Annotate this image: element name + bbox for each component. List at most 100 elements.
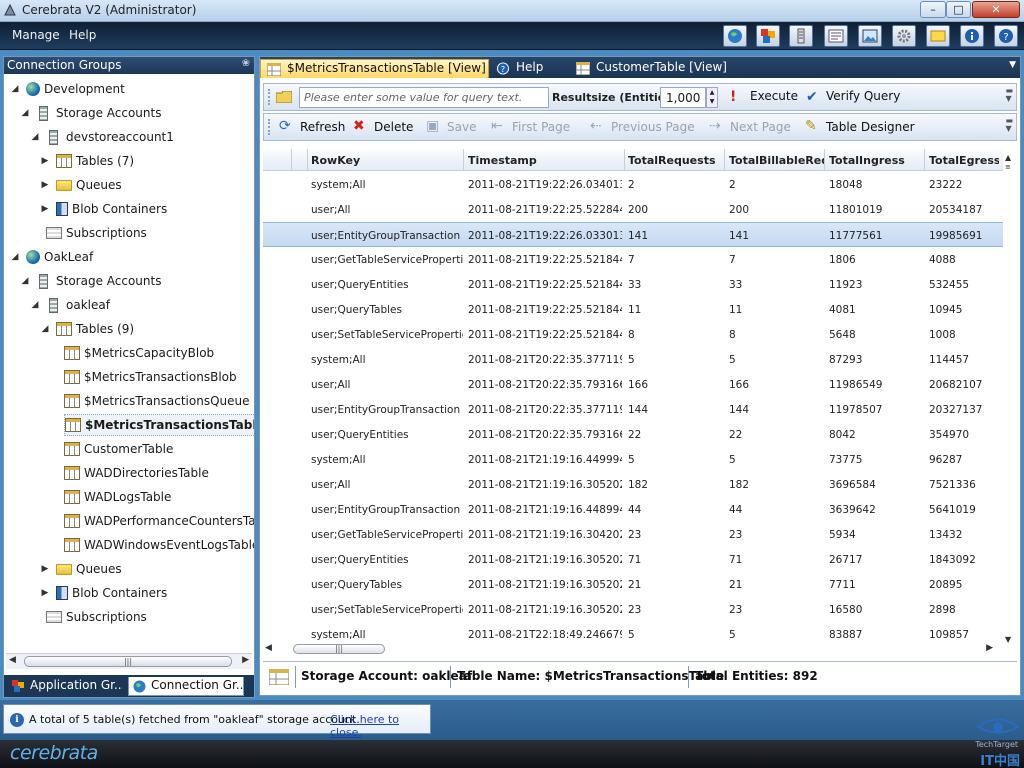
cell-rowkey[interactable]: user;QueryEntities: [311, 554, 463, 566]
first-page-button[interactable]: ⇤ First Page: [490, 118, 570, 134]
cell-totalbillablerequests[interactable]: 5: [729, 454, 824, 466]
cell-timestamp[interactable]: 2011-08-21T19:22:25.5218444Z: [468, 279, 622, 291]
close-window-button[interactable]: ✕: [972, 1, 1020, 18]
refresh-button[interactable]: ⟳ Refresh: [278, 118, 345, 134]
grid-vertical-scrollbar[interactable]: ▲ ≡ ▼: [1003, 149, 1017, 649]
column-separator[interactable]: [924, 149, 925, 171]
info-icon[interactable]: [960, 25, 984, 47]
collapse-arrow-icon[interactable]: ◢: [20, 108, 30, 118]
tree-node[interactable]: $MetricsTransactionsTable: [64, 414, 254, 436]
cell-rowkey[interactable]: user;All: [311, 204, 463, 216]
column-header-totalbillablerequests[interactable]: TotalBillableRequ: [729, 154, 824, 167]
gear-icon[interactable]: [892, 25, 916, 47]
scrollbar-thumb[interactable]: |||: [293, 644, 385, 654]
column-separator[interactable]: [724, 149, 725, 171]
cell-timestamp[interactable]: 2011-08-21T19:22:25.5228443Z: [468, 204, 622, 216]
cell-totalrequests[interactable]: 5: [628, 454, 723, 466]
cell-timestamp[interactable]: 2011-08-21T20:22:35.7931665Z: [468, 379, 622, 391]
cell-totalbillablerequests[interactable]: 166: [729, 379, 824, 391]
cell-totalingress[interactable]: 4081: [829, 304, 924, 316]
cell-rowkey[interactable]: user;QueryEntities: [311, 279, 463, 291]
toolbar-overflow-icon[interactable]: ▬ ▼: [1005, 87, 1013, 103]
cell-timestamp[interactable]: 2011-08-21T19:22:26.0340134Z: [468, 179, 622, 191]
cell-totalrequests[interactable]: 2: [628, 179, 723, 191]
cell-rowkey[interactable]: user;All: [311, 379, 463, 391]
tab-customer-table[interactable]: CustomerTable [View]: [570, 59, 730, 78]
tree-node[interactable]: WADWindowsEventLogsTable: [64, 534, 254, 556]
cell-totalingress[interactable]: 3639642: [829, 504, 924, 516]
cell-totalingress[interactable]: 83887: [829, 629, 924, 641]
tree-node[interactable]: ◢ Storage Accounts: [20, 102, 161, 124]
cell-rowkey[interactable]: user;SetTableServiceProperties: [311, 329, 463, 341]
tree-node[interactable]: ◢ Tables (9): [40, 318, 134, 340]
cell-totalingress[interactable]: 3696584: [829, 479, 924, 491]
cell-totalrequests[interactable]: 200: [628, 204, 723, 216]
cell-rowkey[interactable]: user;GetTableServiceProperties: [311, 529, 463, 541]
expand-arrow-icon[interactable]: ▶: [40, 204, 50, 214]
mail-icon[interactable]: [926, 25, 950, 47]
table-row[interactable]: user;QueryTables 2011-08-21T19:22:25.5218…: [263, 297, 1003, 322]
cell-totalingress[interactable]: 18048: [829, 179, 924, 191]
tree-node[interactable]: $MetricsCapacityBlob: [64, 342, 214, 364]
cell-totalegress[interactable]: 1008: [929, 329, 1001, 341]
column-header-totalegress[interactable]: TotalEgress: [929, 154, 999, 167]
cell-totalbillablerequests[interactable]: 141: [729, 230, 824, 242]
cell-rowkey[interactable]: user;QueryEntities: [311, 429, 463, 441]
verify-query-button[interactable]: ✔ Verify Query: [804, 89, 900, 105]
tab-help[interactable]: ? Help: [490, 59, 570, 78]
cell-totalrequests[interactable]: 23: [628, 604, 723, 616]
folder-icon[interactable]: [276, 91, 292, 103]
cell-totalrequests[interactable]: 5: [628, 354, 723, 366]
tree-node[interactable]: ◢ Development: [10, 78, 125, 100]
cell-timestamp[interactable]: 2011-08-21T21:19:16.3052021Z: [468, 479, 622, 491]
cell-totalingress[interactable]: 11777561: [829, 230, 924, 242]
column-separator[interactable]: [824, 149, 825, 171]
tree-node[interactable]: ▶ Blob Containers: [40, 198, 167, 220]
collapse-arrow-icon[interactable]: ◢: [30, 132, 40, 142]
cell-totalingress[interactable]: 8042: [829, 429, 924, 441]
cell-timestamp[interactable]: 2011-08-21T20:22:35.7931665Z: [468, 429, 622, 441]
cell-timestamp[interactable]: 2011-08-21T21:19:16.4489949Z: [468, 504, 622, 516]
query-text-input[interactable]: Please enter some value for query text.: [299, 87, 549, 108]
tree-node[interactable]: ▶ Blob Containers: [40, 582, 167, 604]
cell-rowkey[interactable]: user;EntityGroupTransaction: [311, 404, 463, 416]
cell-totalingress[interactable]: 26717: [829, 554, 924, 566]
tree-node[interactable]: CustomerTable: [64, 438, 173, 460]
scroll-right-icon[interactable]: ▶: [242, 655, 249, 665]
help-icon[interactable]: ?: [994, 25, 1018, 47]
cell-rowkey[interactable]: user;EntityGroupTransaction: [311, 504, 463, 516]
column-header-rowkey[interactable]: RowKey: [311, 154, 459, 167]
cell-totalrequests[interactable]: 141: [628, 230, 723, 242]
menu-help[interactable]: Help: [69, 28, 96, 42]
table-row[interactable]: user;QueryEntities 2011-08-21T19:22:25.52…: [263, 272, 1003, 297]
cell-totalingress[interactable]: 7711: [829, 579, 924, 591]
column-separator[interactable]: [624, 149, 625, 171]
save-button[interactable]: ▣ Save: [425, 118, 476, 134]
cell-rowkey[interactable]: user;All: [311, 479, 463, 491]
collapse-arrow-icon[interactable]: ◢: [20, 276, 30, 286]
tree-node[interactable]: $MetricsTransactionsQueue: [64, 390, 250, 412]
apps-icon[interactable]: [756, 25, 780, 47]
grid-horizontal-scrollbar[interactable]: ◀ ||| ▶: [263, 642, 1003, 656]
cell-timestamp[interactable]: 2011-08-21T20:22:35.3771190Z: [468, 404, 622, 416]
tree-node[interactable]: ◢ Storage Accounts: [20, 270, 161, 292]
cell-totalegress[interactable]: 23222: [929, 179, 1001, 191]
table-row[interactable]: user;All 2011-08-21T21:19:16.3052021Z 182 1…: [263, 472, 1003, 497]
cell-rowkey[interactable]: system;All: [311, 629, 463, 641]
tree-node[interactable]: ▶ Tables (7): [40, 150, 134, 172]
cell-totalrequests[interactable]: 11: [628, 304, 723, 316]
tree-node[interactable]: ▶ Queues: [40, 558, 122, 580]
delete-button[interactable]: ✖ Delete: [352, 118, 413, 134]
collapse-arrow-icon[interactable]: ◢: [10, 84, 20, 94]
cell-totalegress[interactable]: 532455: [929, 279, 1001, 291]
table-row[interactable]: system;All 2011-08-21T21:19:16.4499948Z 55…: [263, 447, 1003, 472]
table-row[interactable]: system;All2011-08-21T19:22:26.0340134Z22…: [263, 172, 1003, 197]
cell-totalbillablerequests[interactable]: 33: [729, 279, 824, 291]
cell-totalbillablerequests[interactable]: 200: [729, 204, 824, 216]
cell-totalingress[interactable]: 73775: [829, 454, 924, 466]
cell-totalrequests[interactable]: 8: [628, 329, 723, 341]
cell-totalbillablerequests[interactable]: 23: [729, 529, 824, 541]
table-row[interactable]: user;GetTableServiceProperties 2011-08-21…: [263, 247, 1003, 272]
cell-totalingress[interactable]: 5648: [829, 329, 924, 341]
tree-node[interactable]: Subscriptions: [30, 222, 147, 244]
